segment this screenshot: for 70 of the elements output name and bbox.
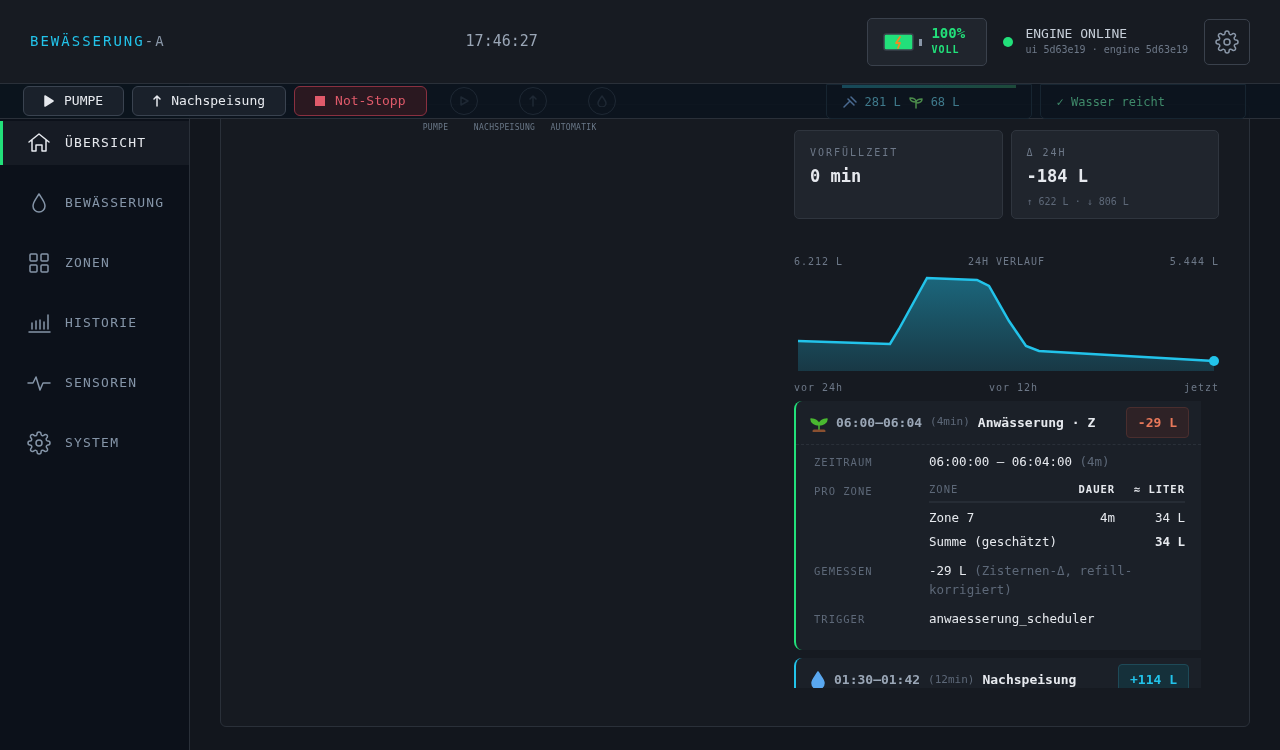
column-header: ≈ LITER [1115, 481, 1185, 502]
detail-label: ZEITRAUM [814, 455, 874, 470]
pump-button[interactable]: PUMPE [23, 86, 125, 116]
sprout-icon [908, 94, 923, 109]
event-header[interactable]: 01:30–01:42 (12min) Nachspeisung +114 L [796, 658, 1201, 688]
settings-button[interactable] [1204, 18, 1250, 65]
event-header[interactable]: 06:00–06:04 (4min) Anwässerung · Z -29 L [796, 401, 1201, 444]
table-cell: Zone 7 [929, 501, 1061, 528]
sidebar-item[interactable]: HISTORIE [0, 301, 189, 345]
detail-value: 06:00:00 – 06:04:00 (4m) [929, 453, 1110, 471]
stat-value: 0 min [810, 165, 863, 188]
event-title: Nachspeisung [982, 671, 1078, 688]
refill-button[interactable]: Nachspeisung [132, 86, 287, 116]
current-point [1209, 356, 1219, 366]
event-title: Anwässerung · Z [977, 413, 1097, 432]
sidebar-item[interactable]: SYSTEM [0, 421, 189, 465]
column-header: DAUER [1061, 481, 1116, 502]
axis-label: jetzt [1183, 381, 1219, 395]
column-header: ZONE [929, 481, 1061, 502]
sidebar-item[interactable]: SENSOREN [0, 361, 189, 405]
play-icon [44, 95, 54, 107]
axis-label: vor 24h [794, 381, 844, 395]
sidebar-item[interactable]: ZONEN [0, 241, 189, 285]
stop-icon [315, 96, 326, 106]
sidebar-item[interactable]: ÜBERSICHT [0, 121, 189, 165]
detail-value: -29 L (Zisternen-Δ, refill-korrigiert) [929, 562, 1134, 599]
sum-label: Summe (geschätzt) [929, 533, 1058, 552]
version-text: ui 5d63e19 · engine 5d63e19 [1025, 42, 1188, 57]
stat-value: -184 L [1026, 165, 1089, 188]
sidebar-item[interactable]: BEWÄSSERUNG [0, 181, 189, 225]
table-cell: 34 L [1115, 501, 1185, 528]
water-verdict: ✓ Wasser reicht [1056, 93, 1165, 111]
battery-percent: 100% [931, 26, 966, 42]
table-cell: 4m [1061, 501, 1116, 528]
engine-status: ENGINE ONLINE [1025, 26, 1129, 42]
axis-label: vor 12h [988, 381, 1039, 395]
event-time: 06:00–06:04 [836, 413, 923, 432]
current-value: 5.444 L [1169, 255, 1219, 269]
detail-label: TRIGGER [814, 611, 867, 627]
event-duration: (12min) [928, 671, 975, 688]
arrow-up-icon [153, 95, 162, 107]
chart-title: 24H VERLAUF [967, 255, 1046, 269]
event-duration: (4min) [930, 414, 970, 431]
stat-label: VORFÜLLZEIT [810, 145, 900, 160]
control-label: NACHSPEISUNG [472, 122, 537, 134]
home-icon [27, 131, 51, 155]
chart-icon [27, 311, 51, 335]
droplet-icon [810, 670, 826, 688]
detail-value: anwaesserung_scheduler [929, 609, 1095, 628]
plants-amount: 68 L [930, 93, 960, 111]
stat-detail: ↑ 622 L · ↓ 806 L [1026, 194, 1130, 209]
emergency-stop-button[interactable]: Not-Stopp [294, 86, 427, 116]
sum-value: 34 L [1153, 533, 1185, 552]
stat-label: Δ 24H [1026, 146, 1068, 160]
settings-icon [27, 431, 51, 455]
detail-label: GEMESSEN [814, 564, 874, 579]
grid-icon [27, 251, 51, 275]
control-label: AUTOMATIK [549, 122, 598, 134]
event-time: 01:30–01:42 [834, 671, 921, 688]
battery-state: VOLL [931, 42, 961, 57]
detail-label: PRO ZONE [814, 483, 874, 499]
settings-icon [1215, 29, 1239, 54]
clock-text: 17:46:27 [465, 31, 538, 53]
delta-badge: -29 L [1125, 406, 1189, 439]
sprinkler-icon [842, 95, 857, 108]
delta-badge: +114 L [1118, 664, 1189, 688]
control-label: PUMPE [421, 122, 450, 134]
max-value: 6.212 L [794, 255, 844, 269]
brand-title: BEWÄSSERUNG-A [30, 32, 166, 51]
drain-amount: 281 L [864, 93, 901, 111]
